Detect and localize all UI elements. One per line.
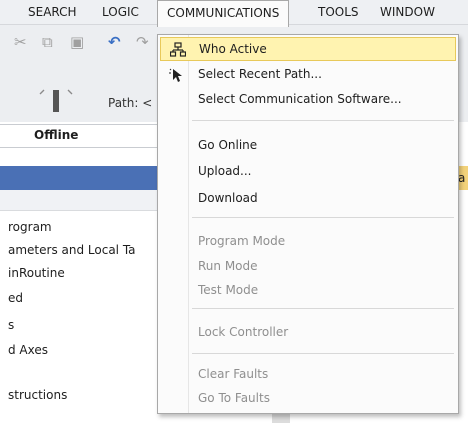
tree-item[interactable]: d Axes <box>8 343 48 357</box>
organizer-header <box>0 166 160 190</box>
menu-item-label: Select Communication Software... <box>198 92 402 106</box>
menu-item-label: Download <box>198 191 258 205</box>
menu-item-clear-faults: Clear Faults <box>160 363 456 387</box>
menu-item-label: Select Recent Path... <box>198 67 322 81</box>
menu-item-label: Go Online <box>198 138 258 152</box>
menu-bar: SEARCH LOGIC COMMUNICATIONS TOOLS WINDOW <box>0 0 468 27</box>
menu-item-select-recent-path[interactable]: Select Recent Path... <box>160 63 456 87</box>
tree-item[interactable]: structions <box>8 388 67 402</box>
tree-item[interactable]: s <box>8 318 14 332</box>
organizer-toolbar <box>0 190 160 211</box>
menu-item-label: Program Mode <box>198 234 286 248</box>
menu-window[interactable]: WINDOW <box>380 0 435 24</box>
menu-separator <box>192 120 454 121</box>
menu-item-select-communication-software[interactable]: Select Communication Software... <box>160 88 456 112</box>
menu-item-upload[interactable]: Upload... <box>160 160 456 184</box>
menu-communications[interactable]: COMMUNICATIONS <box>157 0 290 27</box>
tree-item[interactable]: ameters and Local Ta <box>8 243 136 257</box>
menu-item-label: Clear Faults <box>198 367 269 381</box>
menu-item-download[interactable]: Download <box>160 187 456 211</box>
undo-icon[interactable]: ↶ <box>108 33 121 51</box>
key-switch-icon <box>39 89 73 112</box>
offline-label: Offline <box>34 128 79 142</box>
paste-icon[interactable]: ▣ <box>70 33 84 51</box>
menu-item-label: Lock Controller <box>198 325 289 339</box>
network-icon <box>170 42 186 57</box>
menu-separator <box>192 308 454 309</box>
menu-tools[interactable]: TOOLS <box>318 0 359 24</box>
cursor-arrow-icon <box>169 68 182 82</box>
menu-item-run-mode: Run Mode <box>160 255 456 279</box>
controller-status: Offline <box>0 124 160 148</box>
menu-item-label: Run Mode <box>198 259 258 273</box>
menu-item-label: Who Active <box>199 42 267 56</box>
menu-item-go-online[interactable]: Go Online <box>160 134 456 158</box>
menu-logic[interactable]: LOGIC <box>102 0 139 24</box>
menu-item-program-mode: Program Mode <box>160 230 456 254</box>
tree-item[interactable]: rogram <box>8 220 52 234</box>
menu-item-who-active[interactable]: Who Active <box>160 37 456 61</box>
redo-icon[interactable]: ↷ <box>136 33 149 51</box>
menu-item-test-mode: Test Mode <box>160 279 456 303</box>
menu-item-label: Go To Faults <box>198 391 270 405</box>
cut-icon[interactable]: ✂ <box>14 33 27 51</box>
menu-item-label: Test Mode <box>198 283 259 297</box>
tree-item[interactable]: inRoutine <box>8 266 65 280</box>
menu-item-label: Upload... <box>198 164 252 178</box>
tree-item[interactable]: ed <box>8 291 23 305</box>
menu-item-go-to-faults: Go To Faults <box>160 387 456 411</box>
path-label: Path: < <box>108 96 153 110</box>
communications-menu: Who Active Select Recent Path... Select … <box>157 34 459 414</box>
menu-separator <box>192 353 454 354</box>
menu-search[interactable]: SEARCH <box>28 0 77 24</box>
menu-separator <box>192 217 454 218</box>
copy-icon[interactable]: ⧉ <box>42 33 53 51</box>
menu-item-lock-controller: Lock Controller <box>160 321 456 345</box>
